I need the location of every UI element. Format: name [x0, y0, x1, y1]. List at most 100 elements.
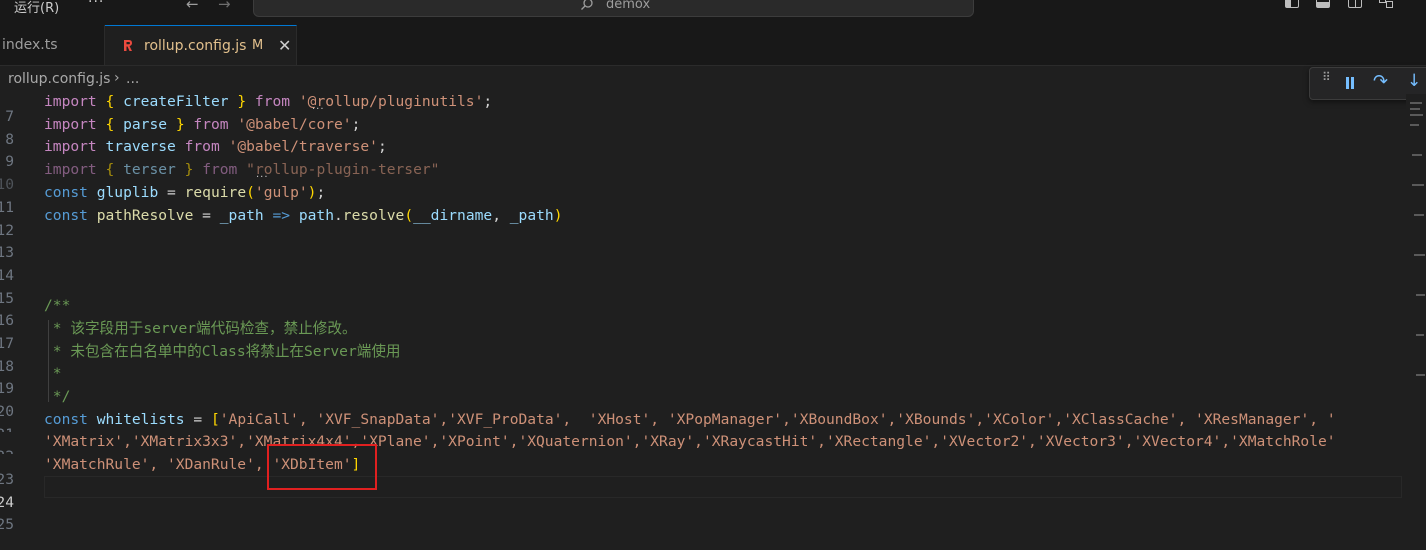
menu-more-button[interactable]: ··· — [88, 0, 104, 10]
code-token: ; — [351, 116, 361, 133]
code-line: 12 const pathResolve = _path => path.res… — [0, 205, 1405, 239]
comment: */ — [44, 388, 71, 405]
code-line: 21 const whitelists = ['ApiCall', 'XVF_S… — [0, 409, 1405, 432]
minimap[interactable] — [1406, 94, 1426, 517]
inlay-hint-dots: ··· — [256, 172, 269, 183]
rollup-file-icon — [124, 40, 132, 51]
comment: * 未包含在白名单中的Class将禁止在Server端使用 — [44, 343, 401, 360]
minimap-line — [1416, 334, 1424, 336]
step-over-icon[interactable]: ↷ — [1373, 71, 1388, 92]
forward-arrow-icon[interactable]: → — [218, 0, 231, 13]
code-token: ; — [483, 93, 493, 110]
step-into-icon[interactable]: ↓ — [1407, 71, 1421, 91]
inlay-hint-dots: ··· — [312, 104, 325, 115]
code-token: from — [202, 161, 238, 178]
code-line: 24 — [0, 477, 1405, 511]
code-line: 8 import { parse } from '@babel/core'; — [0, 114, 1405, 148]
code-line: 10 import { terser } from "rollup-plugin… — [0, 159, 1405, 193]
code-line: 22 'XMatrix','XMatrix3x3','XMatrix4x4','… — [0, 431, 1405, 454]
drag-handle-icon[interactable]: ⠿ — [1322, 71, 1332, 83]
tab-label: rollup.config.js — [144, 38, 247, 54]
code-token: ( — [404, 207, 414, 224]
toggle-secondary-sidebar-icon[interactable] — [1348, 0, 1362, 8]
toggle-panel-icon[interactable] — [1316, 0, 1330, 8]
code-token: , — [492, 207, 510, 224]
code-line: 15 — [0, 273, 1405, 307]
code-line: 19 * — [0, 363, 1405, 397]
code-token: = — [158, 184, 185, 201]
code-token: { — [105, 116, 115, 133]
code-token: resolve — [342, 207, 405, 224]
code-token: '@babel/traverse' — [228, 138, 378, 155]
code-token: const — [44, 207, 88, 224]
minimap-line — [1412, 154, 1422, 156]
comment: /** — [44, 297, 71, 314]
code-token: whitelists — [96, 411, 185, 428]
minimap-line — [1412, 184, 1424, 186]
code-token: 'ApiCall', 'XVF_SnapData','XVF_ProData',… — [219, 411, 1336, 428]
code-token: path — [298, 207, 334, 224]
back-arrow-icon[interactable]: ← — [186, 0, 199, 13]
code-line: 9 import traverse from '@babel/traverse'… — [0, 136, 1405, 170]
code-token: ( — [246, 184, 255, 201]
code-line: 16 /** — [0, 295, 1405, 329]
command-center-search[interactable]: demox — [253, 0, 974, 17]
code-token: _path — [509, 207, 554, 224]
code-token: 'XMatrix','XMatrix3x3','XMatrix4x4','XPl… — [44, 433, 1336, 450]
code-token: 'gulp' — [254, 184, 308, 201]
tab-index-ts[interactable]: index.ts — [0, 25, 105, 65]
minimap-line — [1414, 254, 1425, 256]
code-line: 17 * 该字段用于server端代码检查，禁止修改。 — [0, 318, 1405, 352]
modified-badge: M — [252, 38, 264, 53]
code-token: import — [44, 138, 97, 155]
code-editor[interactable]: 7 import { createFilter } from '@rollup/… — [0, 91, 1426, 533]
code-token: createFilter — [114, 93, 238, 110]
breadcrumb-file[interactable]: rollup.config.js — [8, 71, 110, 87]
toggle-primary-sidebar-icon[interactable] — [1285, 0, 1299, 8]
tab-rollup-config[interactable]: rollup.config.js M ✕ — [105, 25, 297, 65]
workspace-name: demox — [606, 0, 651, 12]
minimap-line — [1416, 374, 1425, 376]
code-token: _path — [219, 207, 264, 224]
pause-icon[interactable] — [1345, 77, 1355, 89]
code-token: "rollup-plugin-terser" — [246, 161, 440, 178]
code-token: } — [184, 161, 194, 178]
minimap-line — [1414, 214, 1424, 216]
code-token: import — [44, 161, 97, 178]
title-bar: 运行(R) ··· ← → demox — [0, 0, 1426, 26]
line-number: 25 — [0, 516, 14, 533]
code-token: '@rollup/pluginutils' — [298, 93, 484, 110]
code-token: require — [184, 184, 247, 201]
code-token: => — [263, 207, 299, 224]
menu-run[interactable]: 运行(R) — [14, 0, 59, 16]
code-token: import — [44, 93, 97, 110]
minimap-line — [1410, 124, 1419, 126]
minimap-line — [1416, 294, 1425, 296]
code-line: 23 'XMatchRule', 'XDanRule', 'XDbItem'] — [0, 454, 1405, 488]
code-line: 7 import { createFilter } from '@rollup/… — [0, 91, 1405, 125]
code-token: } — [237, 93, 247, 110]
code-line: 25 — [0, 499, 1405, 533]
code-line: 11 const gluplib = require('gulp'); — [0, 182, 1405, 216]
code-token: = — [193, 207, 220, 224]
code-token: from — [193, 116, 229, 133]
search-icon — [581, 0, 593, 10]
code-token: parse — [114, 116, 176, 133]
breadcrumb-symbols[interactable]: ... — [126, 71, 139, 87]
code-token: import — [44, 116, 97, 133]
comment: * 该字段用于server端代码检查，禁止修改。 — [44, 320, 357, 337]
code-token: [ — [210, 411, 220, 428]
chevron-right-icon: › — [114, 70, 120, 86]
tab-label: index.ts — [2, 37, 58, 53]
customize-layout-icon[interactable] — [1379, 0, 1393, 8]
code-line: 13 — [0, 227, 1405, 261]
minimap-line — [1410, 102, 1422, 104]
close-icon[interactable]: ✕ — [278, 26, 291, 66]
minimap-line — [1410, 114, 1423, 116]
line-number: 22 — [0, 448, 14, 454]
code-token: __dirname — [413, 207, 493, 224]
code-token: ) — [553, 207, 563, 224]
comment: * — [44, 365, 62, 382]
code-token: pathResolve — [96, 207, 194, 224]
code-token: } — [175, 116, 185, 133]
